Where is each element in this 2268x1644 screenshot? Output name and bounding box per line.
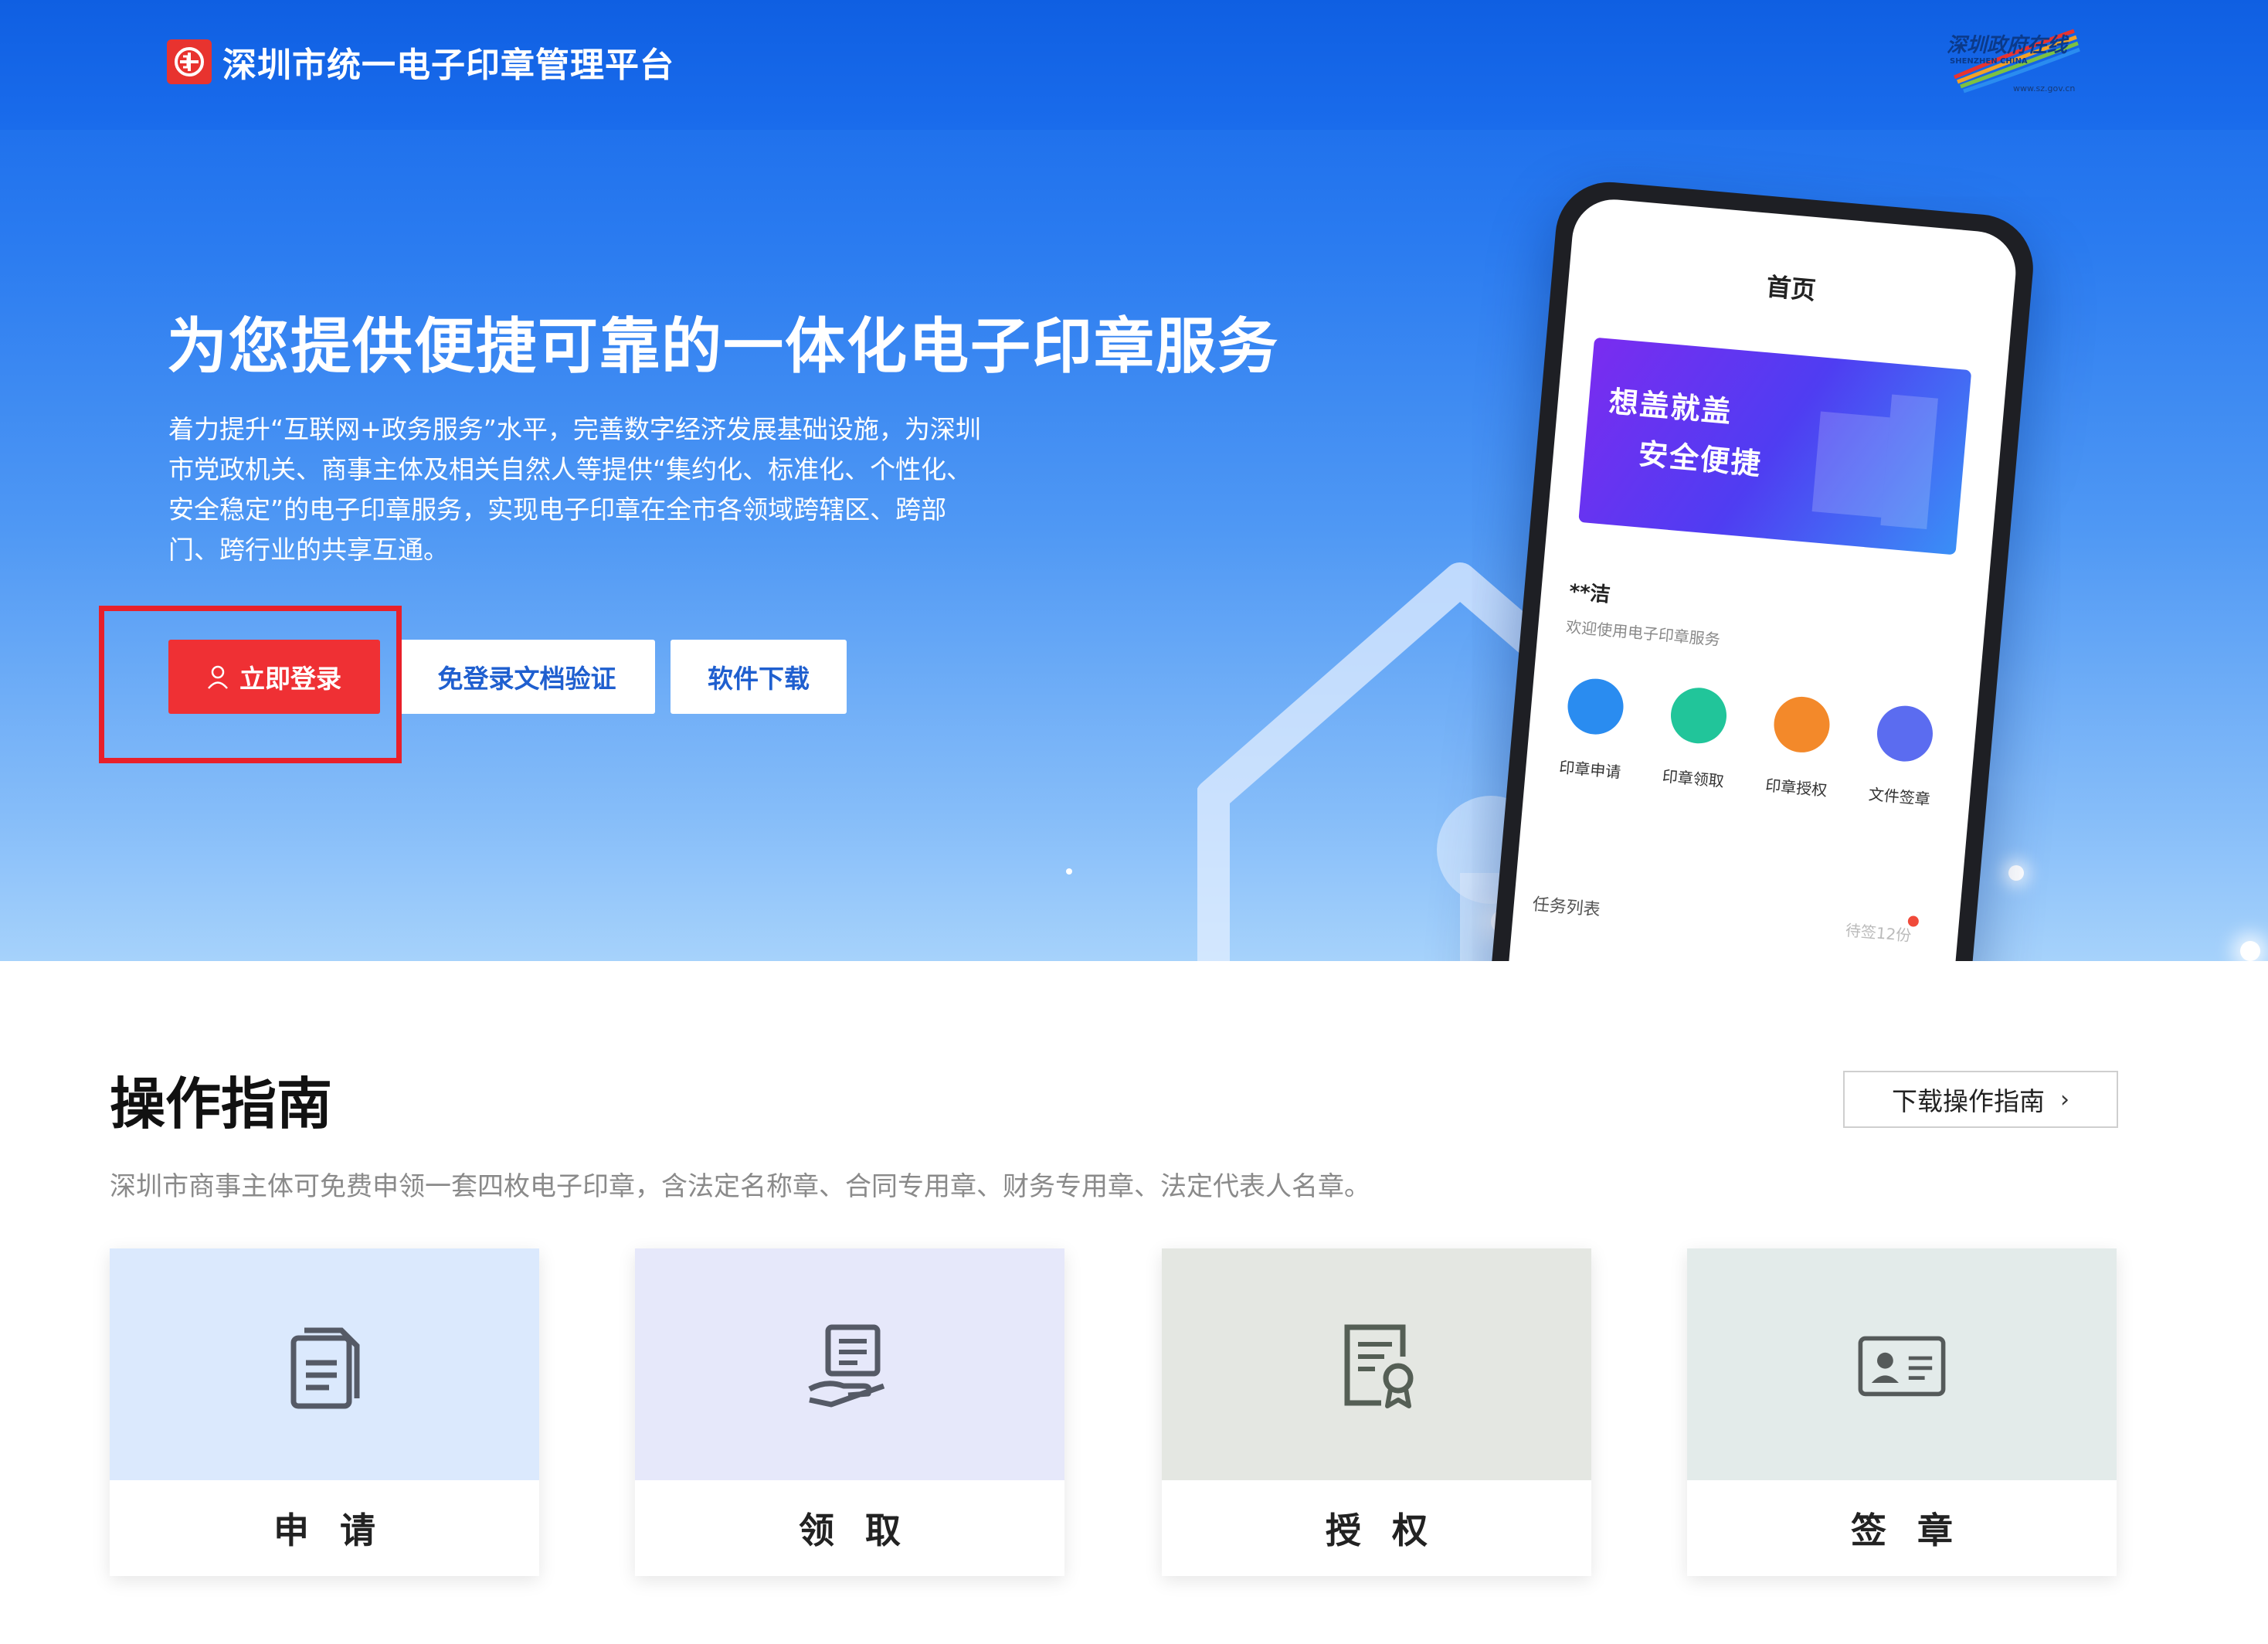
notification-dot xyxy=(1907,915,1920,928)
software-download-button[interactable]: 软件下载 xyxy=(671,640,847,714)
sign-icon xyxy=(1874,703,1935,764)
phone-receive-item: 印章领取 xyxy=(1647,684,1747,793)
phone-authorize-item: 印章授权 xyxy=(1750,693,1849,802)
phone-banner: 想盖就盖 安全便捷 xyxy=(1578,337,1972,555)
phone-icon-label: 印章授权 xyxy=(1764,776,1828,800)
gov-logo-url: www.sz.gov.cn xyxy=(2013,83,2076,93)
card-top xyxy=(1162,1248,1591,1480)
phone-screen: 首页 想盖就盖 安全便捷 **洁 欢迎使用电子印章服务 印章申请 印章领取 印章… xyxy=(1503,195,2019,961)
card-label: 授权 xyxy=(1326,1510,1458,1551)
highlight-box xyxy=(99,606,402,763)
top-navbar: 深圳市统一电子印章管理平台 深圳政府在线 SHENZHEN CHINA www.… xyxy=(0,0,2268,130)
download-guide-label: 下载操作指南 xyxy=(1892,1086,2045,1116)
certificate-icon xyxy=(1344,1324,1414,1408)
gov-logo-sub: SHENZHEN CHINA xyxy=(1950,57,2028,66)
phone-task-list: 任务列表 xyxy=(1531,895,1601,921)
phone-icon-label: 印章领取 xyxy=(1661,766,1725,791)
guide-subtitle: 深圳市商事主体可免费申领一套四枚电子印章，含法定名称章、合同专用章、财务专用章、… xyxy=(110,1171,1370,1202)
card-label: 签章 xyxy=(1851,1510,1984,1551)
banner-line1: 想盖就盖 xyxy=(1608,384,1734,430)
brand[interactable]: 深圳市统一电子印章管理平台 xyxy=(167,39,674,85)
hand-receive-icon xyxy=(808,1324,885,1408)
card-label: 申请 xyxy=(273,1510,406,1551)
seal-logo-icon xyxy=(167,39,212,84)
phone-title: 首页 xyxy=(1765,271,1818,306)
sparkle-dot xyxy=(1066,868,1072,875)
receive-icon xyxy=(1668,685,1729,746)
chevron-right-icon: › xyxy=(2060,1085,2069,1113)
banner-line2: 安全便捷 xyxy=(1637,436,1764,482)
phone-icon-label: 文件签章 xyxy=(1867,784,1931,809)
phone-welcome: 欢迎使用电子印章服务 xyxy=(1565,616,1721,650)
phone-icon-grid: 印章申请 印章领取 印章授权 文件签章 xyxy=(1543,675,1952,811)
sparkle-dot xyxy=(2008,865,2024,881)
hero-banner: 深圳市统一电子印章管理平台 深圳政府在线 SHENZHEN CHINA www.… xyxy=(0,0,2268,961)
guide-card-apply[interactable]: 申请 xyxy=(110,1248,539,1576)
gov-logo-text: 深圳政府在线 xyxy=(1947,34,2068,57)
phone-icon-label: 印章申请 xyxy=(1558,757,1622,782)
guide-card-receive[interactable]: 领取 xyxy=(635,1248,1064,1576)
phone-sign-item: 文件签章 xyxy=(1853,702,1953,811)
hero-title: 为您提供便捷可靠的一体化电子印章服务 xyxy=(167,312,1280,382)
phone-apply-item: 印章申请 xyxy=(1543,675,1643,784)
authorize-icon xyxy=(1771,694,1832,755)
download-guide-button[interactable]: 下载操作指南 › xyxy=(1843,1071,2118,1128)
sparkle-dot xyxy=(2240,941,2260,961)
guide-title: 操作指南 xyxy=(110,1072,333,1136)
card-top xyxy=(635,1248,1064,1480)
shenzhen-gov-logo[interactable]: 深圳政府在线 SHENZHEN CHINA www.sz.gov.cn xyxy=(1939,23,2086,100)
verify-document-button[interactable]: 免登录文档验证 xyxy=(399,640,655,714)
card-label: 领取 xyxy=(799,1510,932,1551)
brand-name: 深圳市统一电子印章管理平台 xyxy=(222,46,674,85)
guide-card-authorize[interactable]: 授权 xyxy=(1162,1248,1591,1576)
apply-icon xyxy=(1565,676,1626,737)
card-top xyxy=(110,1248,539,1480)
id-card-icon xyxy=(1858,1336,1946,1397)
card-top xyxy=(1687,1248,2117,1480)
document-icon xyxy=(290,1327,360,1409)
hero-description: 着力提升“互联网+政务服务”水平，完善数字经济发展基础设施，为深圳市党政机关、商… xyxy=(168,414,981,565)
phone-user: **洁 xyxy=(1568,580,1611,607)
guide-card-sign[interactable]: 签章 xyxy=(1687,1248,2117,1576)
phone-mockup: 首页 想盖就盖 安全便捷 **洁 欢迎使用电子印章服务 印章申请 印章领取 印章… xyxy=(1486,178,2038,961)
phone-pending-count: 待签12份 xyxy=(1845,920,1913,946)
